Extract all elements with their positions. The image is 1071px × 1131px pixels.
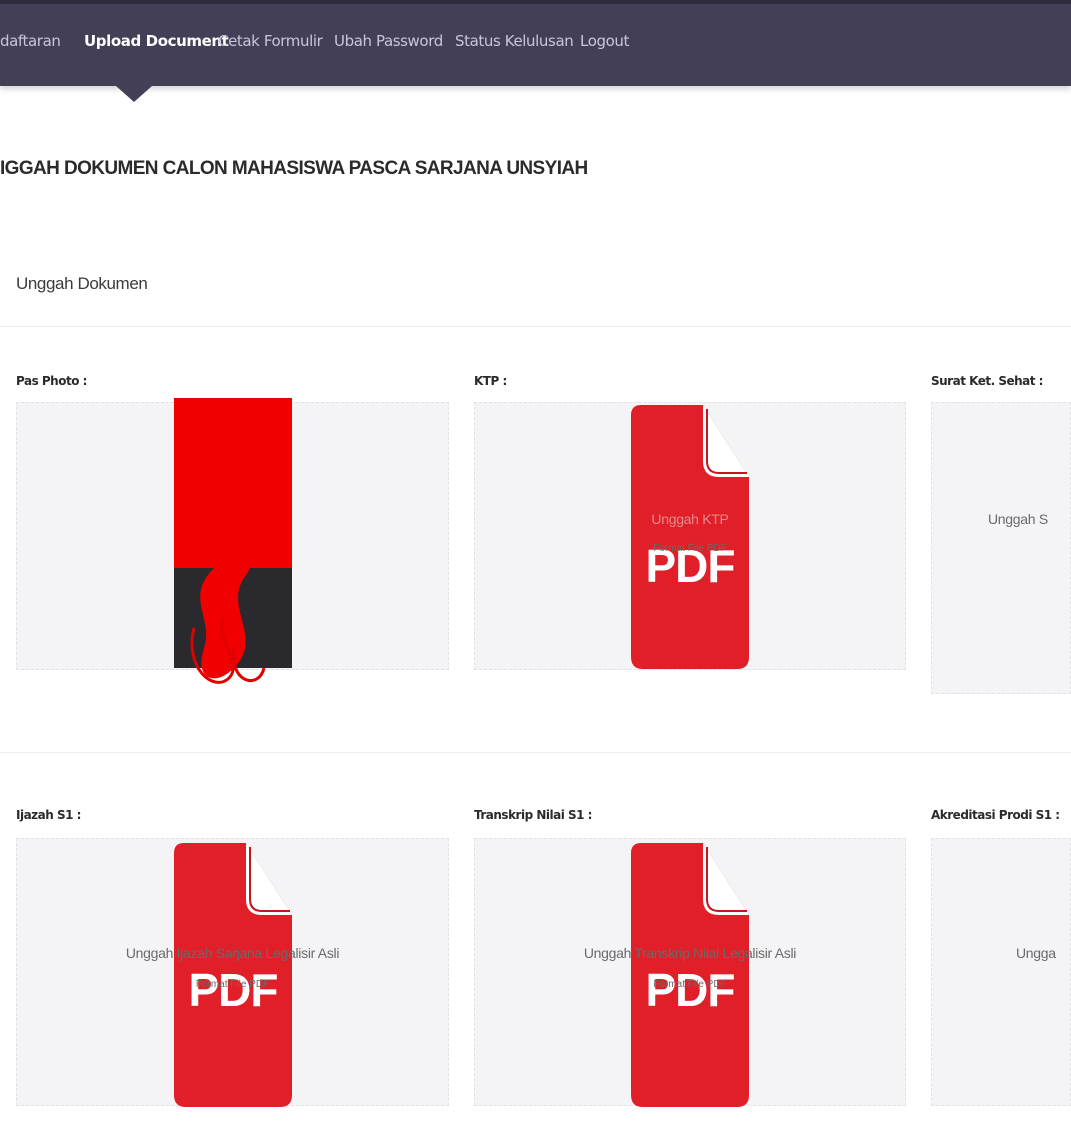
dropzone-text-akreditasi-prodi-s1: Unggа — [1016, 945, 1056, 961]
dropzone-subtext-ijazah-s1: Format File PDF — [195, 979, 270, 990]
dropzone-ijazah-s1[interactable]: PDF Unggah Ijazah Sarjana Legalisir Asli… — [16, 838, 449, 1107]
card-header: Unggah Dokumen — [0, 236, 1071, 327]
pdf-label: PDF — [645, 964, 736, 1016]
nav-item-ubah-password[interactable]: Ubah Password — [334, 32, 443, 50]
pdf-label: PDF — [188, 964, 279, 1016]
dropzone-text-ktp: Unggah KTP — [651, 511, 729, 527]
dropzone-ktp[interactable]: PDF Unggah KTP Format File PDF — [474, 402, 906, 670]
field-label-surat-ket-sehat: Surat Ket. Sehat : — [931, 374, 1043, 388]
pdf-file-icon — [631, 405, 749, 669]
field-label-pas-photo: Pas Photo : — [16, 374, 87, 388]
dropzone-transkrip-nilai-s1[interactable]: PDF Unggah Transkrip Nilai Legalisir Asl… — [474, 838, 906, 1107]
field-label-akreditasi-prodi-s1: Akreditasi Prodi S1 : — [931, 808, 1060, 822]
dropzone-text-ijazah-s1: Unggah Ijazah Sarjana Legalisir Asli — [125, 945, 340, 961]
active-nav-caret — [116, 86, 152, 102]
field-label-ijazah-s1: Ijazah S1 : — [16, 808, 81, 822]
dropzone-akreditasi-prodi-s1[interactable]: Unggа — [931, 838, 1071, 1106]
row-divider — [0, 752, 1071, 753]
dropzone-subtext-ktp: Format File PDF — [653, 543, 727, 554]
nav-item-logout[interactable]: Logout — [580, 32, 629, 50]
field-label-ktp: KTP : — [474, 374, 507, 388]
page-title: IGGAH DOKUMEN CALON MAHASISWA PASCA SARJ… — [0, 158, 588, 179]
top-navbar: daftaran Upload Document Cetak Formulir … — [0, 0, 1071, 86]
dropzone-subtext-transkrip-nilai-s1: Format File PDF — [653, 979, 727, 990]
nav-item-pendaftaran[interactable]: daftaran — [0, 32, 61, 50]
nav-item-cetak-formulir[interactable]: Cetak Formulir — [218, 32, 323, 50]
dropzone-surat-ket-sehat[interactable]: Unggah S — [931, 402, 1071, 694]
pas-photo-thumbnail — [174, 398, 292, 690]
nav-item-upload-document[interactable]: Upload Document — [84, 32, 229, 50]
dropzone-text-surat-ket-sehat: Unggah S — [988, 511, 1048, 527]
dropzone-text-transkrip-nilai-s1: Unggah Transkrip Nilai Legalisir Asli — [583, 945, 797, 961]
field-label-transkrip-nilai-s1: Transkrip Nilai S1 : — [474, 808, 592, 822]
card-title: Unggah Dokumen — [16, 274, 148, 293]
nav-item-status-kelulusan[interactable]: Status Kelulusan — [455, 32, 574, 50]
